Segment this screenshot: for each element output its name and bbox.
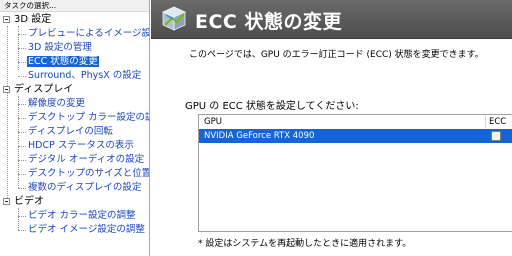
tree-item-preview-image-settings[interactable]: プレビューによるイメージ設定の調整	[27, 27, 149, 41]
collapse-icon[interactable]	[3, 198, 10, 205]
tree-item-label: HDCP ステータスの表示	[28, 140, 134, 151]
table-header: GPU ECC	[199, 115, 512, 130]
restart-note: * 設定はシステムを再起動したときに適用されます。	[198, 239, 412, 249]
page-title: ECC 状態の変更	[195, 11, 342, 33]
tree-item-label: ECC 状態の変更	[27, 56, 99, 67]
tree-item-label: Surround、PhysX の設定	[28, 70, 142, 81]
tree-item-hdcp-status[interactable]: HDCP ステータスの表示	[27, 139, 135, 153]
table-row[interactable]: NVIDIA GeForce RTX 4090	[199, 129, 512, 143]
tree-guide-line	[18, 208, 19, 230]
task-navigation-pane: タスクの選択... 3D 設定 プレビューによるイメージ設定の調整 3D 設定の…	[0, 0, 150, 256]
category-label: ディスプレイ	[14, 84, 74, 95]
tree-item-label: 複数のディスプレイの設定	[28, 182, 142, 193]
tree-guide-line	[18, 160, 26, 161]
column-header-ecc[interactable]: ECC	[489, 115, 506, 129]
tree-item-label: ビデオ イメージ設定の調整	[28, 224, 145, 235]
ecc-checkbox[interactable]	[491, 131, 501, 141]
tree-guide-line	[18, 104, 26, 105]
tree-item-label: 3D 設定の管理	[28, 42, 92, 53]
tree-guide-line	[18, 118, 26, 119]
tree-guide-line	[18, 62, 26, 63]
tree-item-label: デスクトップ カラー設定の調整	[28, 112, 149, 123]
tree-item-change-resolution[interactable]: 解像度の変更	[27, 97, 86, 111]
tree-item-label: ディスプレイの回転	[28, 126, 113, 137]
page-description: このページでは、GPU のエラー訂正コード (ECC) 状態を変更できます。	[189, 50, 484, 60]
tree-guide-line	[18, 34, 26, 35]
content-pane: ECC 状態の変更 このページでは、GPU のエラー訂正コード (ECC) 状態…	[151, 0, 512, 256]
tree-guide-line	[18, 188, 26, 189]
gpu-name-cell: NVIDIA GeForce RTX 4090	[204, 131, 315, 141]
collapse-icon[interactable]	[3, 16, 10, 23]
tree-guide-line	[18, 48, 26, 49]
tree-item-rotate-display[interactable]: ディスプレイの回転	[27, 125, 114, 139]
tree-item-desktop-size-position[interactable]: デスクトップのサイズと位置の調整	[27, 167, 149, 181]
tree-item-label: デスクトップのサイズと位置の調整	[28, 168, 149, 179]
tree-item-change-ecc-state[interactable]: ECC 状態の変更	[27, 55, 99, 69]
tree-item-digital-audio[interactable]: デジタル オーディオの設定	[27, 153, 145, 167]
category-label: 3D 設定	[14, 14, 52, 25]
tree-item-desktop-color[interactable]: デスクトップ カラー設定の調整	[27, 111, 149, 125]
tree-item-label: プレビューによるイメージ設定の調整	[28, 28, 149, 39]
tree-guide-line	[18, 216, 26, 217]
tree-item-label: デジタル オーディオの設定	[28, 154, 145, 165]
tree-item-video-color[interactable]: ビデオ カラー設定の調整	[27, 209, 137, 223]
tree-guide-line	[18, 132, 26, 133]
gpu-ecc-table[interactable]: GPU ECC NVIDIA GeForce RTX 4090	[198, 114, 512, 232]
tree-item-manage-3d-settings[interactable]: 3D 設定の管理	[27, 41, 93, 55]
tree-item-surround-physx[interactable]: Surround、PhysX の設定	[27, 69, 142, 83]
section-title: GPU の ECC 状態を設定してください:	[185, 101, 359, 112]
page-banner: ECC 状態の変更	[151, 0, 512, 39]
tree-item-label: 解像度の変更	[28, 98, 86, 109]
task-select-header: タスクの選択...	[0, 0, 149, 12]
tree-item-video-image[interactable]: ビデオ イメージ設定の調整	[27, 223, 146, 237]
tree-guide-line	[7, 26, 8, 204]
nvidia-3d-cube-icon	[162, 6, 186, 31]
tree-guide-line	[18, 146, 26, 147]
tree-guide-line	[18, 76, 26, 77]
tree-item-multiple-displays[interactable]: 複数のディスプレイの設定	[27, 181, 142, 195]
category-label: ビデオ	[14, 196, 44, 207]
collapse-icon[interactable]	[3, 86, 10, 93]
column-header-gpu[interactable]: GPU	[204, 115, 222, 129]
tree-item-label: ビデオ カラー設定の調整	[28, 210, 136, 221]
tree-guide-line	[18, 230, 26, 231]
column-separator	[485, 116, 486, 128]
tree-guide-line	[18, 174, 26, 175]
